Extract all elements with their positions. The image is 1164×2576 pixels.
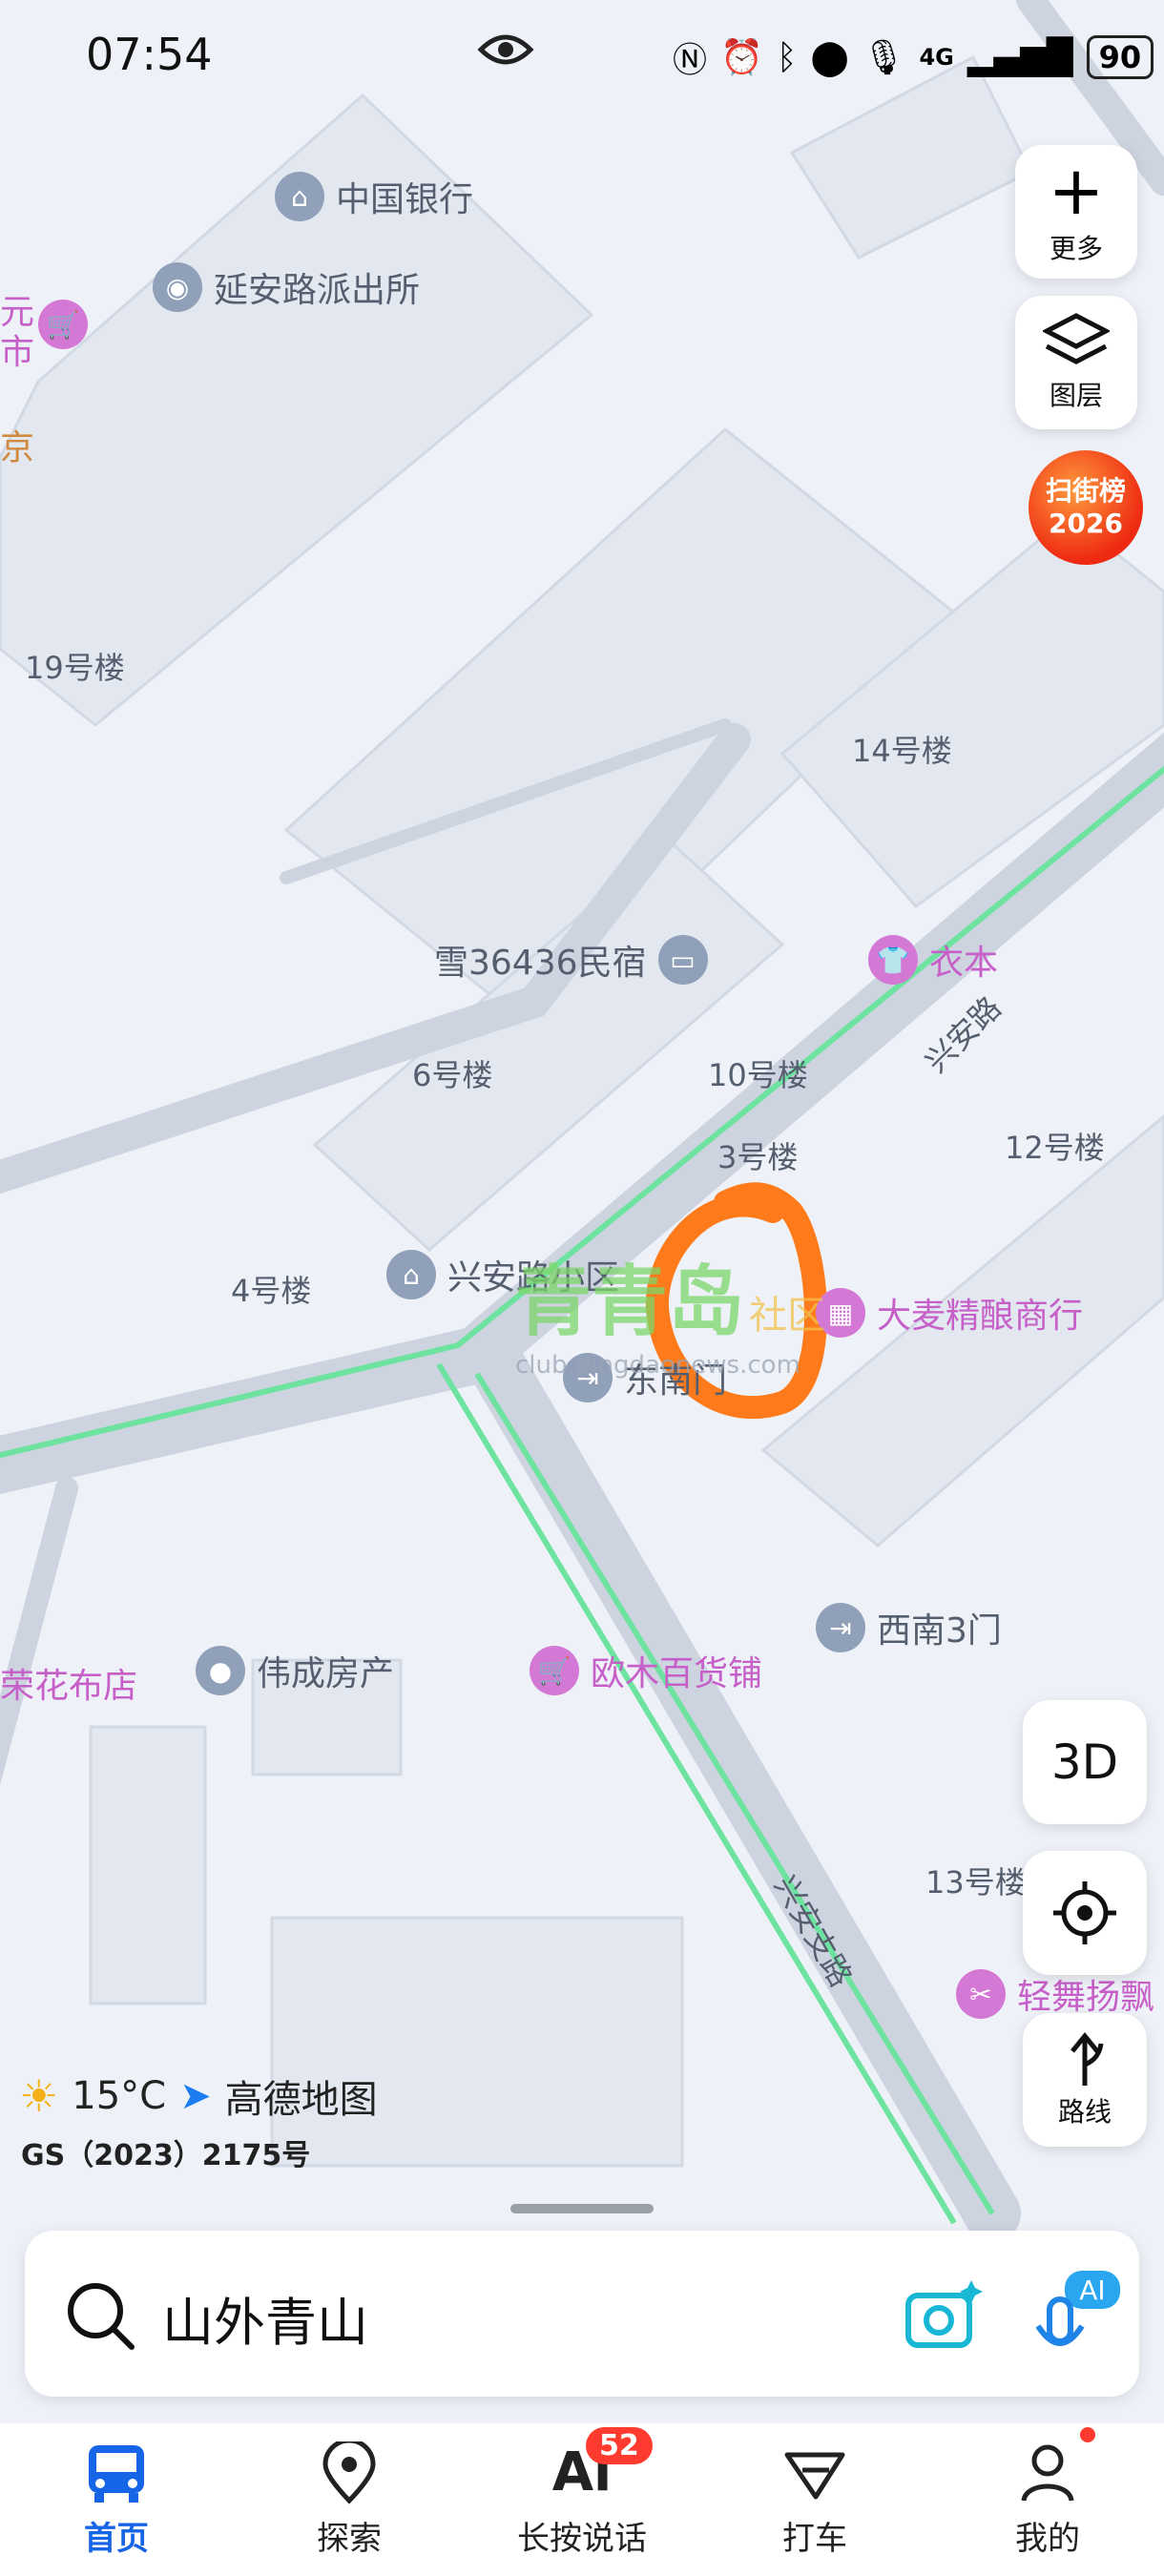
svg-text:AI: AI (1079, 2275, 1105, 2306)
building-label-6: 6号楼 (412, 1057, 493, 1093)
poi-brewery[interactable]: ▦ 大麦精酿商行 (816, 1288, 1083, 1338)
tshirt-icon: 👕 (868, 935, 918, 985)
tab-explore[interactable]: 探索 (233, 2423, 466, 2576)
tab-home[interactable]: 首页 (0, 2423, 233, 2576)
3d-mode-button[interactable]: 3D (1023, 1700, 1147, 1824)
bank-icon: ⌂ (275, 172, 324, 221)
poi-gate-southwest3[interactable]: ⇥ 西南3门 (816, 1603, 1002, 1652)
poi-police[interactable]: ◉ 延安路派出所 (153, 262, 420, 312)
building-label-19: 19号楼 (25, 650, 125, 686)
route-arrow-icon (1070, 2032, 1104, 2086)
building-label-14: 14号楼 (852, 733, 952, 769)
shopping-cart-icon: 🛒 (38, 300, 88, 349)
tab-mine[interactable]: 我的 (931, 2423, 1164, 2576)
status-bar: 07:54 Ⓝ ⏰ ᛒ ⬤ 🎙 4G ▂▄▆█ 90 (0, 0, 1164, 114)
tab-voice[interactable]: Ai 52 长按说话 (466, 2423, 698, 2576)
building-label-3: 3号楼 (717, 1139, 799, 1175)
search-input[interactable]: 山外青山 (162, 2280, 368, 2356)
user-icon (1021, 2444, 1074, 2502)
network-label: 4G (919, 44, 954, 71)
watermark: 青青岛 社区 club.qingdaonews.com (515, 1257, 826, 1380)
notification-badge: 52 (586, 2427, 653, 2464)
map-license: GS（2023）2175号 (21, 2139, 311, 2172)
locate-button[interactable] (1023, 1851, 1147, 1975)
unread-dot (1080, 2427, 1095, 2442)
police-icon: ◉ (153, 262, 202, 312)
home-icon: ⌂ (386, 1250, 436, 1299)
mic-icon: 🎙 (862, 38, 906, 77)
search-bar[interactable]: 山外青山 AI (25, 2231, 1139, 2397)
gate-icon: ⇥ (816, 1603, 865, 1652)
edge-fragment-2: 市 (0, 333, 35, 372)
layers-button[interactable]: 图层 (1015, 296, 1137, 429)
poi-department-store[interactable]: 🛒 欧木百货铺 (530, 1646, 762, 1695)
ai-mic-icon[interactable]: AI (1029, 2267, 1124, 2362)
bus-icon (89, 2444, 144, 2503)
search-icon (68, 2283, 135, 2350)
camera-icon[interactable] (903, 2276, 983, 2353)
status-time: 07:54 (86, 29, 213, 80)
bed-icon: ▭ (657, 935, 708, 985)
scan-ranking-button[interactable]: 扫街榜 2026 (1029, 450, 1143, 565)
signal-icon: ▂▄▆█ (967, 37, 1073, 77)
temperature: 15°C (72, 2074, 167, 2118)
eye-icon (477, 31, 534, 73)
taxi-icon (784, 2452, 845, 2499)
bottom-tab-bar: 首页 探索 Ai 52 长按说话 打车 我的 (0, 2423, 1164, 2576)
shopping-cart-icon: 🛒 (530, 1646, 579, 1695)
more-button[interactable]: + 更多 (1015, 145, 1137, 279)
building-label-13: 13号楼 (925, 1864, 1026, 1901)
location-pin-icon (322, 2441, 376, 2504)
poi-realestate[interactable]: ● 伟成房产 (196, 1646, 394, 1695)
poi-clothing[interactable]: 👕 衣本 (868, 935, 998, 985)
amap-logo-icon: ➤ (179, 2074, 212, 2118)
poi-salon[interactable]: ✂ 轻舞扬飘 (956, 1969, 1154, 2019)
nfc-icon: Ⓝ (673, 41, 708, 80)
edge-fragment-3: 京 (0, 428, 35, 467)
building-label-10: 10号楼 (708, 1057, 808, 1093)
location-icon: ⬤ (810, 37, 849, 77)
building-label-4: 4号楼 (231, 1273, 312, 1309)
layers-icon (1043, 313, 1110, 364)
locate-crosshair-icon (1053, 1881, 1116, 1944)
poi-hostel[interactable]: 雪36436民宿 ▭ (434, 935, 708, 985)
poi-bank[interactable]: ⌂ 中国银行 (275, 172, 473, 221)
drag-handle[interactable] (510, 2204, 654, 2213)
poi-shop-edge[interactable]: 🛒 (38, 300, 88, 349)
sun-icon: ☀ (19, 2070, 59, 2122)
battery-indicator: 90 (1086, 35, 1154, 79)
building-label-12: 12号楼 (1005, 1130, 1105, 1166)
amap-brand: 高德地图 (224, 2078, 378, 2122)
weather-widget[interactable]: ☀ 15°C ➤ 高德地图 (19, 2068, 378, 2124)
poi-fabric-store[interactable]: 荣花布店 (0, 1658, 137, 1708)
tab-taxi[interactable]: 打车 (698, 2423, 931, 2576)
alarm-icon: ⏰ (720, 38, 763, 77)
scissors-icon: ✂ (956, 1969, 1006, 2019)
route-button[interactable]: 路线 (1023, 2013, 1147, 2147)
plus-icon: + (1048, 152, 1105, 230)
bluetooth-icon: ᛒ (776, 37, 798, 77)
building-icon: ● (196, 1646, 245, 1695)
